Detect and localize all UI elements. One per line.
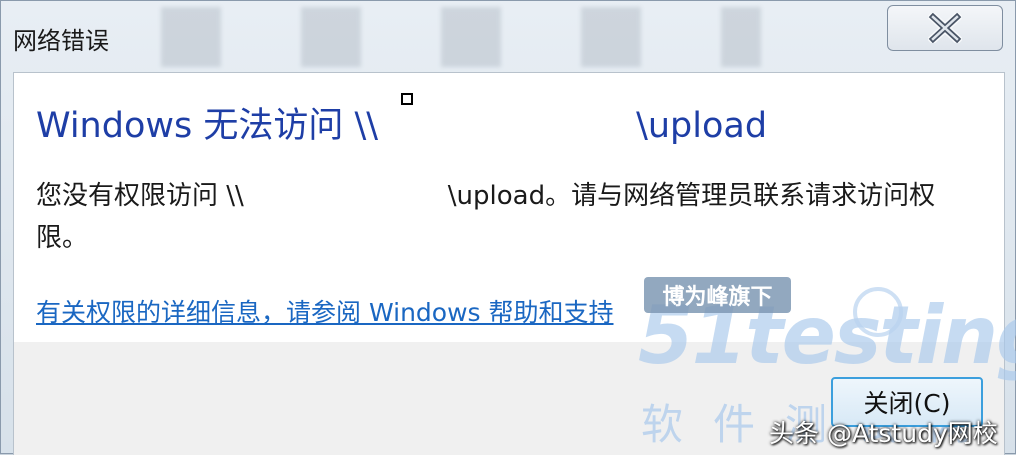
- dialog-title: 网络错误: [13, 27, 109, 55]
- watermark-source: 头条 @Atstudy网校: [769, 419, 998, 448]
- main-instruction-text: Windows 无法访问 \\: [36, 106, 379, 146]
- network-error-dialog: 网络错误 Windows 无法访问 \\ \upload 您没有权限访问 \\ \u…: [0, 0, 1016, 455]
- selection-cursor-icon: [401, 93, 413, 105]
- watermark-banner: 博为峰旗下: [644, 277, 791, 313]
- title-close-button[interactable]: [887, 5, 1003, 51]
- help-link[interactable]: 有关权限的详细信息，请参阅 Windows 帮助和支持: [36, 293, 614, 329]
- error-message-prefix: 您没有权限访问 \\: [36, 181, 244, 211]
- watermark-ring-icon: [853, 287, 903, 337]
- close-x-icon: [928, 13, 962, 43]
- error-message: 您没有权限访问 \\ \upload。请与网络管理员联系请求访问权限。: [36, 175, 976, 259]
- background-window-ghost: [161, 7, 761, 67]
- main-instruction-path: \upload: [636, 106, 768, 146]
